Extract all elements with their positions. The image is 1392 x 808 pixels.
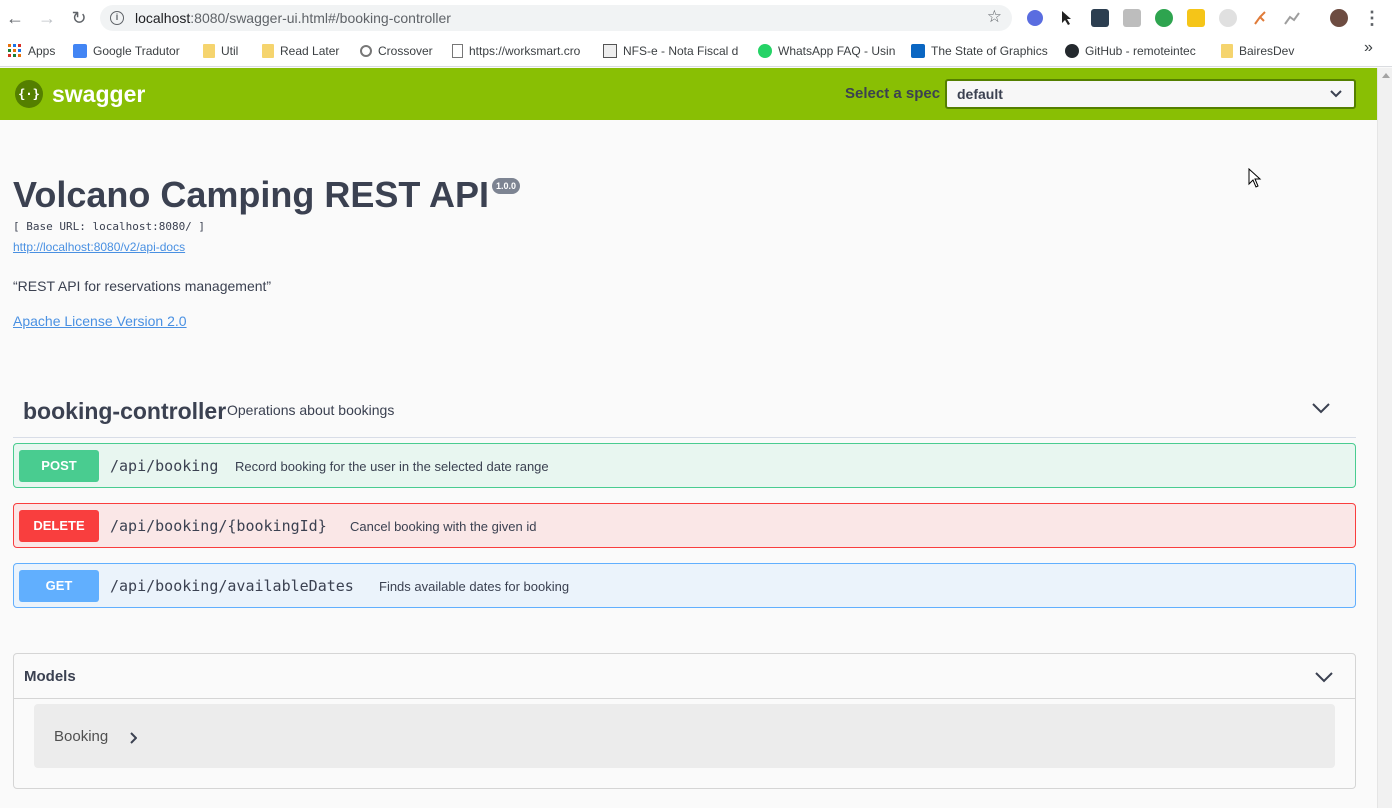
bookmark-util[interactable]: Util (203, 43, 238, 59)
whatsapp-icon (758, 44, 772, 58)
operation-path: /api/booking/availableDates (110, 577, 354, 595)
reload-icon[interactable]: ↻ (67, 6, 91, 30)
method-badge: POST (19, 450, 99, 482)
extension-dots-icon[interactable] (1091, 9, 1109, 27)
crossover-icon (360, 45, 372, 57)
chevron-down-icon (1330, 90, 1342, 98)
operation-path: /api/booking/{bookingId} (110, 517, 327, 535)
github-icon (1065, 44, 1079, 58)
profile-avatar[interactable] (1330, 9, 1348, 27)
bookmark-whatsapp[interactable]: WhatsApp FAQ - Usin (758, 43, 895, 59)
folder-icon (1221, 44, 1233, 58)
extension-cursor-icon[interactable] (1059, 9, 1077, 27)
address-bar[interactable]: i localhost:8080/swagger-ui.html#/bookin… (100, 5, 1012, 31)
extension-g-icon[interactable] (1123, 9, 1141, 27)
license-link[interactable]: Apache License Version 2.0 (13, 313, 187, 329)
bookmark-state-of-graphics[interactable]: The State of Graphics (911, 43, 1048, 59)
folder-icon (203, 44, 215, 58)
bookmark-github[interactable]: GitHub - remoteintec (1065, 43, 1196, 59)
bookmarks-overflow-icon[interactable]: » (1364, 39, 1373, 56)
method-badge: DELETE (19, 510, 99, 542)
chevron-down-icon[interactable] (1312, 402, 1330, 414)
extension-grid-icon[interactable] (1187, 9, 1205, 27)
swagger-topbar: {·} swagger Select a spec default (0, 68, 1377, 120)
controller-header[interactable]: booking-controller Operations about book… (13, 390, 1356, 438)
url-text[interactable]: localhost:8080/swagger-ui.html#/booking-… (135, 10, 451, 26)
page-icon (452, 44, 463, 58)
bookmark-read-later[interactable]: Read Later (262, 43, 339, 59)
bookmarks-bar: Apps Google Tradutor Util Read Later Cro… (0, 36, 1392, 67)
operation-delete-booking[interactable]: DELETE /api/booking/{bookingId} Cancel b… (13, 503, 1356, 548)
browser-toolbar: ← → ↻ i localhost:8080/swagger-ui.html#/… (0, 0, 1392, 36)
model-booking[interactable]: Booking (34, 704, 1335, 768)
spec-label: Select a spec (845, 85, 941, 102)
menu-icon[interactable]: ⋮ (1360, 6, 1384, 30)
spec-select-value: default (957, 86, 1003, 102)
bookmark-star-icon[interactable]: ☆ (987, 7, 1002, 27)
mouse-cursor-icon (1248, 168, 1262, 188)
linkedin-icon (911, 44, 925, 58)
swagger-logo-icon: {·} (15, 80, 43, 108)
scroll-up-arrow-icon[interactable] (1382, 73, 1390, 78)
extension-d-icon[interactable] (1155, 9, 1173, 27)
models-header[interactable]: Models (14, 654, 1355, 699)
site-info-icon[interactable]: i (110, 11, 124, 25)
chevron-down-icon[interactable] (1315, 671, 1333, 683)
apps-grid-icon (8, 44, 22, 58)
bookmark-bairesdev[interactable]: BairesDev (1221, 43, 1294, 59)
back-icon[interactable]: ← (3, 6, 27, 30)
operation-get-available-dates[interactable]: GET /api/booking/availableDates Finds av… (13, 563, 1356, 608)
api-docs-link[interactable]: http://localhost:8080/v2/api-docs (13, 240, 185, 254)
spec-select[interactable]: default (945, 79, 1356, 109)
controller-description: Operations about bookings (227, 402, 395, 418)
operation-summary: Cancel booking with the given id (350, 519, 537, 534)
bookmark-crossover[interactable]: Crossover (360, 43, 433, 59)
folder-icon (262, 44, 274, 58)
nfse-icon (603, 44, 617, 58)
operation-path: /api/booking (110, 457, 219, 475)
extension-r-icon[interactable] (1027, 10, 1043, 26)
extension-person-icon[interactable] (1251, 9, 1269, 27)
translate-icon (73, 44, 87, 58)
api-description: “REST API for reservations management” (13, 278, 272, 294)
version-badge: 1.0.0 (492, 178, 521, 194)
base-url: [ Base URL: localhost:8080/ ] (13, 220, 206, 233)
models-section: Models Booking (13, 653, 1356, 789)
extension-chart-icon[interactable] (1283, 9, 1301, 27)
method-badge: GET (19, 570, 99, 602)
bookmark-google-tradutor[interactable]: Google Tradutor (73, 43, 180, 59)
model-name: Booking (54, 728, 109, 745)
extension-c-icon[interactable] (1219, 9, 1237, 27)
api-title: Volcano Camping REST API (13, 174, 490, 215)
operation-post-booking[interactable]: POST /api/booking Record booking for the… (13, 443, 1356, 488)
page-scrollbar[interactable] (1377, 68, 1392, 808)
bookmark-apps[interactable]: Apps (8, 43, 55, 59)
models-title: Models (24, 668, 76, 685)
bookmark-worksmart[interactable]: https://worksmart.cro (452, 43, 580, 59)
operation-summary: Record booking for the user in the selec… (235, 459, 549, 474)
chevron-right-icon[interactable] (129, 732, 137, 744)
swagger-logo-text[interactable]: swagger (52, 81, 145, 108)
controller-name: booking-controller (23, 398, 227, 424)
operation-summary: Finds available dates for booking (379, 579, 570, 594)
bookmark-nfse[interactable]: NFS-e - Nota Fiscal d (603, 43, 738, 59)
forward-icon[interactable]: → (35, 6, 59, 30)
